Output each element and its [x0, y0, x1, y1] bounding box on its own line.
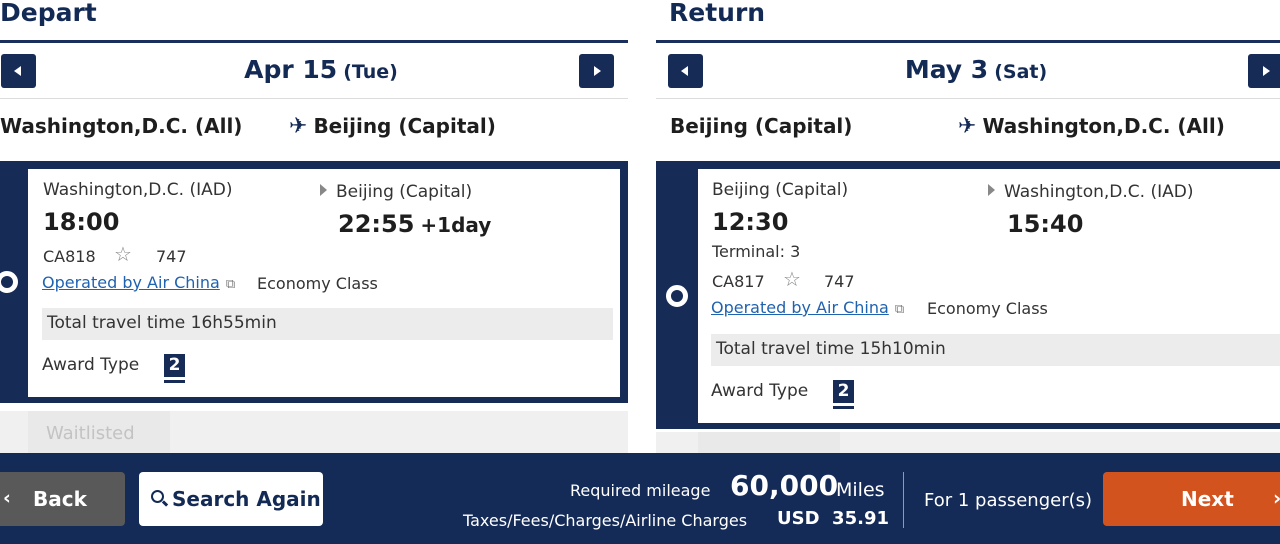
- depart-arrival-time-value: 22:55: [338, 210, 415, 238]
- return-divider: [656, 98, 1280, 99]
- return-date-day: May 3: [904, 55, 989, 84]
- back-button[interactable]: ‹ Back: [0, 472, 125, 526]
- next-button[interactable]: Next ›: [1103, 472, 1280, 526]
- return-date: May 3 (Sat): [672, 55, 1280, 84]
- footer-bar: ‹ Back Search Again Required mileage 60,…: [0, 453, 1280, 544]
- chevron-left-icon: ‹: [3, 487, 11, 509]
- depart-day-offset: +1day: [420, 213, 492, 237]
- search-again-label: Search Again: [172, 487, 321, 511]
- radio-selected-icon[interactable]: [666, 285, 688, 307]
- taxes-value: USD 35.91: [777, 508, 889, 529]
- taxes-label: Taxes/Fees/Charges/Airline Charges: [463, 511, 748, 530]
- depart-route-origin: Washington,D.C. (All): [0, 114, 243, 138]
- next-date-icon: [594, 66, 601, 76]
- depart-flight-option-selected[interactable]: Washington,D.C. (IAD) 18:00 Beijing (Cap…: [0, 161, 628, 403]
- return-arrival-time: 15:40: [1007, 210, 1084, 238]
- return-destination-airport: Washington,D.C. (IAD): [988, 182, 1193, 202]
- return-heading-rule: [656, 40, 1280, 43]
- arrow-right-icon: [988, 184, 995, 196]
- return-origin-airport: Beijing (Capital): [712, 180, 849, 200]
- star-alliance-icon: ☆: [783, 267, 801, 291]
- return-flight-option-selected[interactable]: Beijing (Capital) 12:30 Terminal: 3 Wash…: [656, 161, 1280, 429]
- return-date-weekday: (Sat): [994, 61, 1048, 83]
- return-cabin-class: Economy Class: [927, 299, 1048, 318]
- return-aircraft: 747: [824, 272, 855, 291]
- back-button-label: Back: [33, 487, 87, 511]
- depart-award-type-label: Award Type: [42, 355, 140, 375]
- airplane-icon: ✈: [958, 114, 977, 139]
- return-operated-by-label[interactable]: Operated by Air China: [711, 298, 889, 317]
- depart-route-destination: ✈ Beijing (Capital): [289, 114, 496, 139]
- airplane-icon: ✈: [289, 114, 308, 139]
- external-link-icon: ⧉: [225, 277, 236, 292]
- return-departure-time: 12:30: [712, 208, 789, 236]
- return-flight-number: CA817: [712, 272, 765, 291]
- return-route-destination-label: Washington,D.C. (All): [982, 114, 1225, 138]
- search-again-button[interactable]: Search Again: [139, 472, 323, 526]
- return-route-destination: ✈ Washington,D.C. (All): [958, 114, 1225, 139]
- depart-heading-rule: [0, 40, 628, 43]
- return-award-type-label: Award Type: [711, 381, 809, 401]
- required-mileage-unit: Miles: [836, 479, 885, 501]
- depart-destination-airport: Beijing (Capital): [320, 182, 472, 202]
- depart-date-weekday: (Tue): [343, 61, 398, 83]
- return-route-origin: Beijing (Capital): [670, 114, 853, 138]
- return-destination-airport-label: Washington,D.C. (IAD): [1004, 182, 1194, 202]
- passenger-count: For 1 passenger(s): [924, 490, 1093, 511]
- depart-total-travel-time: Total travel time 16h55min: [42, 308, 613, 340]
- depart-divider: [0, 98, 628, 99]
- next-button-label: Next: [1181, 487, 1234, 511]
- depart-operated-by-link[interactable]: Operated by Air China ⧉: [42, 273, 235, 292]
- next-date-icon: [1263, 66, 1270, 76]
- depart-waitlisted-label: Waitlisted: [28, 411, 170, 457]
- return-terminal: Terminal: 3: [712, 242, 801, 261]
- star-alliance-icon: ☆: [114, 242, 132, 266]
- depart-flight-card: Washington,D.C. (IAD) 18:00 Beijing (Cap…: [28, 169, 620, 397]
- depart-heading: Depart: [0, 0, 97, 27]
- depart-destination-airport-label: Beijing (Capital): [336, 182, 473, 202]
- depart-date: Apr 15 (Tue): [14, 55, 628, 84]
- depart-arrival-time: 22:55 +1day: [338, 210, 491, 238]
- search-icon: [151, 490, 164, 503]
- depart-route-destination-label: Beijing (Capital): [313, 114, 496, 138]
- depart-departure-time: 18:00: [43, 208, 120, 236]
- footer-separator: [903, 472, 904, 528]
- depart-cabin-class: Economy Class: [257, 274, 378, 293]
- required-mileage-value: 60,000: [730, 469, 839, 502]
- arrow-right-icon: [320, 184, 327, 196]
- depart-operated-by-label[interactable]: Operated by Air China: [42, 273, 220, 292]
- depart-date-day: Apr 15: [244, 55, 338, 84]
- chevron-right-icon: ›: [1273, 486, 1280, 510]
- return-operated-by-link[interactable]: Operated by Air China ⧉: [711, 298, 904, 317]
- return-next-date-button[interactable]: [1248, 54, 1280, 88]
- depart-origin-airport: Washington,D.C. (IAD): [43, 180, 233, 200]
- depart-flight-number: CA818: [43, 247, 96, 266]
- return-heading: Return: [669, 0, 766, 27]
- depart-next-date-button[interactable]: [579, 54, 614, 88]
- return-total-travel-time: Total travel time 15h10min: [711, 334, 1280, 366]
- return-award-type-badge[interactable]: 2: [833, 380, 854, 406]
- depart-award-type-badge[interactable]: 2: [164, 354, 185, 380]
- return-flight-card: Beijing (Capital) 12:30 Terminal: 3 Wash…: [698, 169, 1280, 423]
- radio-selected-icon[interactable]: [0, 271, 18, 293]
- depart-aircraft: 747: [156, 247, 187, 266]
- required-mileage-label: Required mileage: [570, 481, 711, 500]
- external-link-icon: ⧉: [894, 302, 905, 317]
